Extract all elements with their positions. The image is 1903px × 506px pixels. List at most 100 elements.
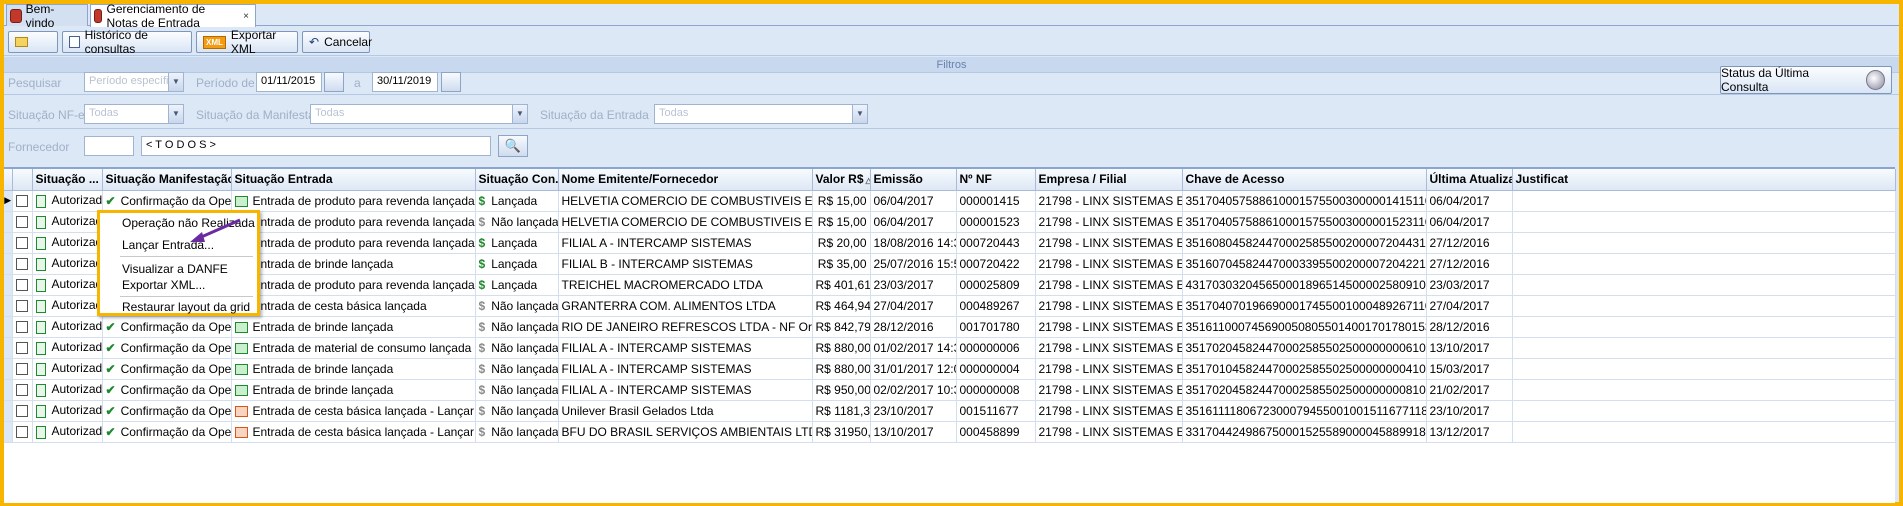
col-header-nome-emitente[interactable]: Nome Emitente/Fornecedor — [558, 169, 813, 191]
situacao-value: Autorizada — [51, 235, 102, 250]
table-row[interactable]: Autorizada✔Confirmação da OperaçãoEntrad… — [4, 295, 1896, 317]
table-row[interactable]: ▶ Autorizada✔ Confirmação da Operação Entra… — [4, 190, 1896, 212]
row-checkbox-cell[interactable] — [12, 232, 33, 254]
row-checkbox-cell[interactable] — [12, 379, 33, 401]
col-header-nf[interactable]: Nº NF — [956, 169, 1036, 191]
col-header-emissao[interactable]: Emissão — [870, 169, 957, 191]
fornecedor-label: Fornecedor — [8, 140, 70, 154]
col-header-label: Justificat — [1515, 172, 1569, 187]
row-checkbox-cell[interactable] — [12, 316, 33, 338]
exportar-label: Exportar XML — [230, 28, 277, 56]
situacao-value: Autorizada — [51, 382, 102, 397]
col-header-empresa[interactable]: Empresa / Filial — [1035, 169, 1183, 191]
col-header-chave[interactable]: Chave de Acesso — [1182, 169, 1427, 191]
search-icon[interactable]: 🔍 — [498, 135, 528, 157]
row-checkbox[interactable] — [15, 342, 28, 355]
tab-bem-vindo[interactable]: Bem-vindo — [6, 2, 88, 30]
col-header-situacao-manifestacao[interactable]: Situação Manifestação — [102, 169, 232, 191]
chevron-down-icon[interactable]: ▼ — [512, 105, 527, 123]
emissao-cell: 06/04/2017 — [870, 211, 957, 233]
col-header-justificativa[interactable]: Justificat — [1512, 169, 1896, 191]
notas-grid: Situação ... Situação Manifestação Situaçã… — [4, 167, 1896, 503]
table-row[interactable]: Autorizada✔Confirmação da OperaçãoEntrad… — [4, 316, 1896, 338]
fornecedor-name-field[interactable]: < T O D O S > — [141, 136, 491, 156]
table-row[interactable]: Autorizada✔Confirmação da OperaçãoEntrad… — [4, 253, 1896, 275]
row-checkbox-cell[interactable] — [12, 358, 33, 380]
chevron-down-icon[interactable]: ▼ — [168, 73, 183, 91]
menu-item-lancar-entrada[interactable]: Lançar Entrada... — [122, 237, 214, 253]
data-inicio-field[interactable]: 01/11/2015 — [256, 72, 322, 92]
row-checkbox[interactable] — [15, 279, 28, 292]
table-row[interactable]: Autorizada✔Confirmação da OperaçãoEntrad… — [4, 400, 1896, 422]
col-header-checkbox[interactable] — [12, 169, 33, 191]
row-checkbox[interactable] — [15, 195, 28, 208]
close-icon[interactable]: × — [243, 11, 249, 22]
pesquisar-select[interactable]: Período específico ▼ — [84, 72, 184, 92]
row-checkbox-cell[interactable] — [12, 295, 33, 317]
chevron-down-icon[interactable]: ▼ — [168, 105, 183, 123]
row-checkbox-cell[interactable] — [12, 253, 33, 275]
row-checkbox[interactable] — [15, 405, 28, 418]
table-row[interactable]: Autorizada✔Confirmação da OperaçãoEntrad… — [4, 274, 1896, 296]
sit-manif-select[interactable]: Todas ▼ — [310, 104, 528, 124]
sit-entrada-select[interactable]: Todas ▼ — [654, 104, 868, 124]
tab-gerenciamento[interactable]: Gerenciamento de Notas de Entrada × — [90, 2, 256, 30]
table-row[interactable]: Autorizada✔Confirmação da OperaçãoEntrad… — [4, 421, 1896, 443]
sit-nfe-select[interactable]: Todas ▼ — [84, 104, 184, 124]
col-header-situacao-entrada[interactable]: Situação Entrada — [231, 169, 476, 191]
row-checkbox[interactable] — [15, 426, 28, 439]
col-header-situacao-con[interactable]: Situação Con... — [475, 169, 559, 191]
row-checkbox[interactable] — [15, 321, 28, 334]
row-checkbox[interactable] — [15, 237, 28, 250]
row-checkbox[interactable] — [15, 384, 28, 397]
table-row[interactable]: Autorizada✔Confirmação da OperaçãoEntrad… — [4, 211, 1896, 233]
con-value: Não lançada — [491, 403, 558, 418]
row-checkbox-cell[interactable] — [12, 274, 33, 296]
table-row[interactable]: Autorizada✔Confirmação da OperaçãoEntrad… — [4, 232, 1896, 254]
table-row[interactable]: Autorizada✔Confirmação da OperaçãoEntrad… — [4, 379, 1896, 401]
col-header-ultima-atualizacao[interactable]: Última Atualização — [1426, 169, 1513, 191]
menu-item-visualizar-danfe[interactable]: Visualizar a DANFE — [122, 261, 228, 277]
table-row[interactable]: Autorizada✔Confirmação da OperaçãoEntrad… — [4, 337, 1896, 359]
calendar-icon[interactable] — [324, 72, 344, 92]
exportar-xml-button[interactable]: XML Exportar XML — [196, 28, 298, 56]
app-icon — [10, 8, 22, 23]
col-header-situacao[interactable]: Situação ... — [32, 169, 103, 191]
historico-button[interactable]: Histórico de consultas — [62, 28, 192, 56]
dollar-icon: $ — [478, 214, 486, 229]
document-icon — [35, 362, 46, 376]
row-checkbox[interactable] — [15, 216, 28, 229]
row-checkbox[interactable] — [15, 300, 28, 313]
status-ultima-consulta-button[interactable]: Status da Última Consulta — [1720, 66, 1892, 94]
row-checkbox-cell[interactable] — [12, 400, 33, 422]
row-indicator — [4, 253, 13, 275]
row-checkbox-cell[interactable] — [12, 337, 33, 359]
menu-separator — [120, 296, 253, 297]
menu-item-restaurar-layout[interactable]: Restaurar layout da grid — [122, 299, 250, 315]
valor-cell: R$ 950,00 — [812, 379, 871, 401]
chave-cell: 4317030320456500018965145000025809100025… — [1182, 274, 1427, 296]
chevron-down-icon[interactable]: ▼ — [852, 105, 867, 123]
fornecedor-code-field[interactable] — [84, 136, 134, 156]
row-checkbox-cell[interactable] — [12, 211, 33, 233]
row-checkbox[interactable] — [15, 258, 28, 271]
cancelar-button[interactable]: ↶ Cancelar — [302, 31, 372, 53]
entrada-value: Entrada de brinde lançada — [252, 361, 394, 376]
menu-item-exportar-xml[interactable]: Exportar XML... — [122, 277, 205, 293]
row-checkbox[interactable] — [15, 363, 28, 376]
col-header-indicator[interactable] — [4, 169, 13, 191]
menu-item-operacao-nao-realizada[interactable]: Operação não Realizada — [122, 215, 255, 231]
row-checkbox-cell[interactable] — [12, 190, 33, 212]
data-fim-field[interactable]: 30/11/2019 — [372, 72, 438, 92]
emissao-cell: 02/02/2017 10:39:0 — [870, 379, 957, 401]
calendar-icon[interactable] — [441, 72, 461, 92]
emissao-cell: 18/08/2016 14:39:4 — [870, 232, 957, 254]
justificativa-cell — [1512, 295, 1896, 317]
col-header-valor[interactable]: Valor R$△ — [812, 169, 871, 191]
empresa-cell: 21798 - LINX SISTEMAS E CONSULT — [1035, 358, 1183, 380]
col-header-label: Situação ... — [35, 172, 99, 187]
open-button[interactable] — [8, 31, 58, 53]
row-checkbox-cell[interactable] — [12, 421, 33, 443]
table-row[interactable]: Autorizada✔Confirmação da OperaçãoEntrad… — [4, 358, 1896, 380]
valor-cell: R$ 880,00 — [812, 337, 871, 359]
